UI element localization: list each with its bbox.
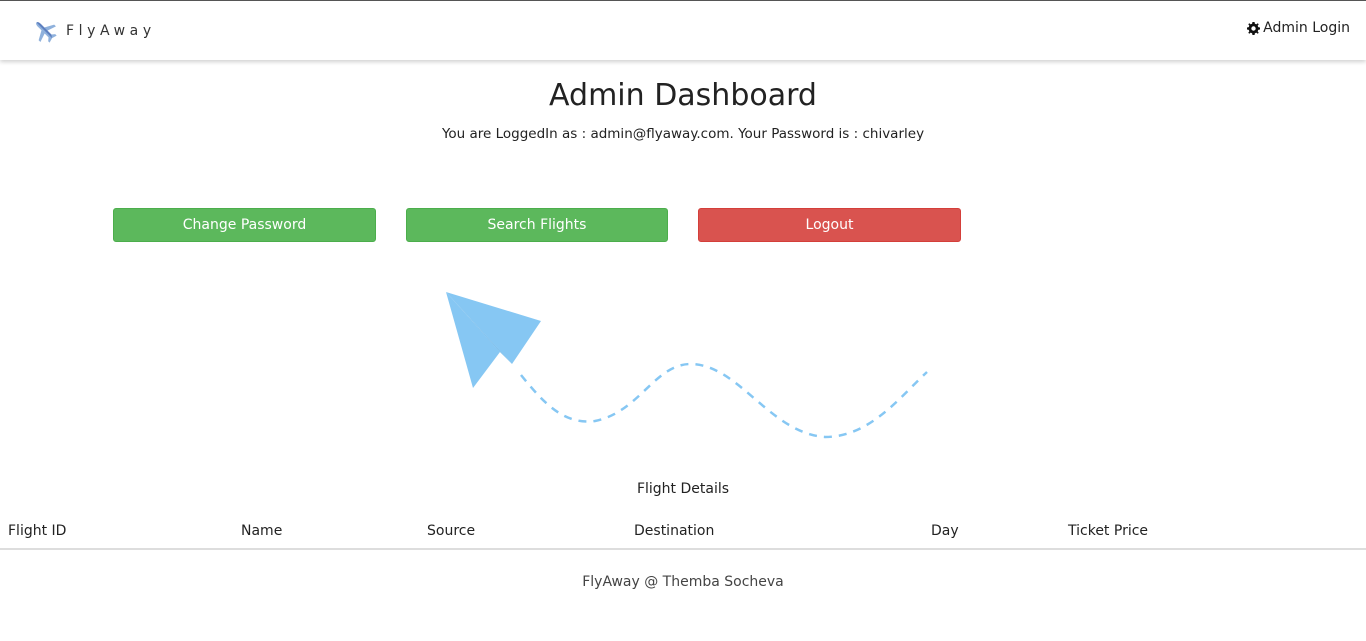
flight-table-header: Flight ID Name Source Destination Day Ti… (0, 516, 1366, 550)
logout-button[interactable]: Logout (698, 208, 961, 242)
admin-login-label: Admin Login (1263, 20, 1350, 36)
admin-login-link[interactable]: Admin Login (1247, 20, 1350, 36)
column-header-name: Name (241, 523, 283, 539)
paper-plane-icon (446, 292, 541, 388)
column-header-source: Source (427, 523, 476, 539)
column-header-day: Day (931, 523, 959, 539)
column-header-flight-id: Flight ID (8, 523, 67, 539)
search-flights-button[interactable]: Search Flights (406, 208, 668, 242)
footer-text: FlyAway @ Themba Socheva (582, 574, 784, 590)
page-title: Admin Dashboard (549, 78, 817, 113)
top-navbar: FlyAway Admin Login (0, 0, 1366, 60)
change-password-button[interactable]: Change Password (113, 208, 376, 242)
flight-trail (520, 362, 928, 439)
brand-name: FlyAway (66, 23, 156, 39)
logged-in-info: You are LoggedIn as : admin@flyaway.com.… (441, 126, 925, 142)
brand[interactable]: FlyAway (32, 17, 156, 45)
airplane-icon (36, 22, 57, 43)
column-header-destination: Destination (634, 523, 715, 539)
column-header-ticket-price: Ticket Price (1068, 523, 1149, 539)
flight-table-caption: Flight Details (636, 481, 730, 497)
gear-icon (1247, 21, 1261, 35)
